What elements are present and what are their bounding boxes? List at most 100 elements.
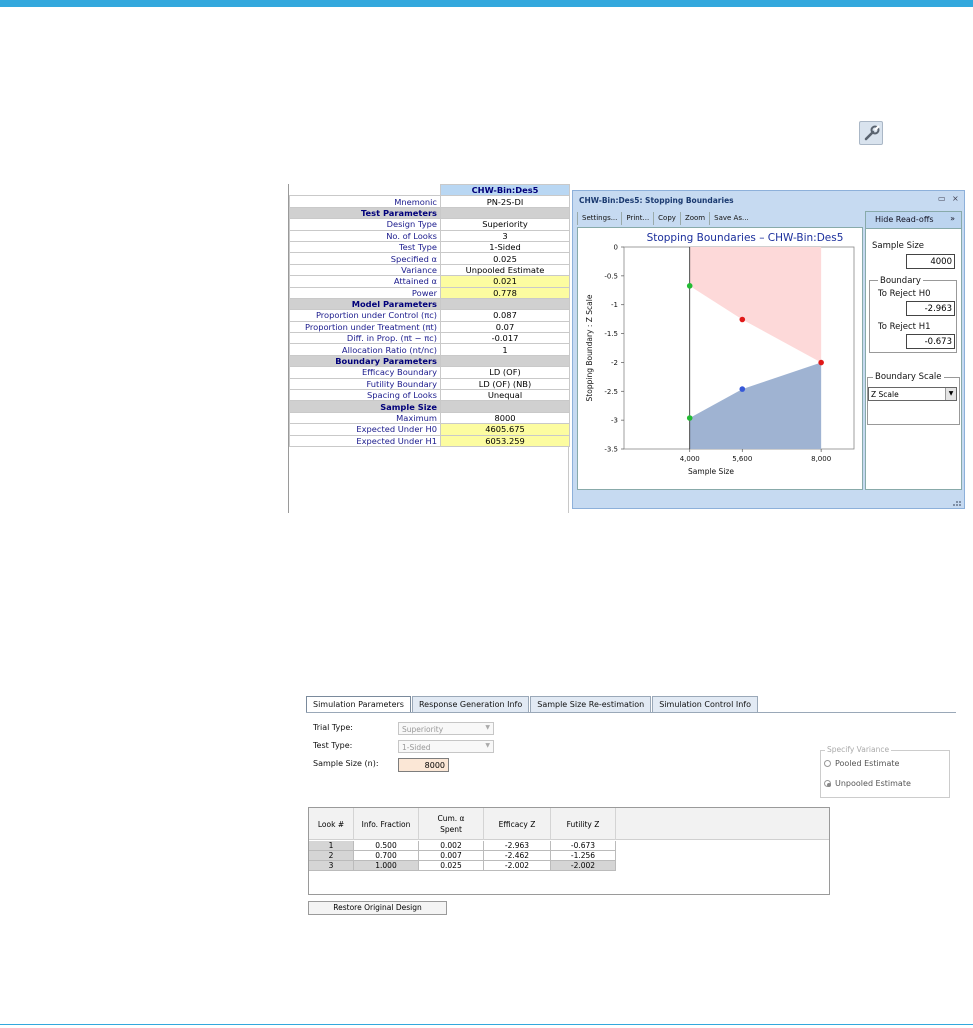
col-futility-z: Futility Z: [551, 808, 616, 840]
col-efficacy-z: Efficacy Z: [484, 808, 551, 840]
row-label: Attained α: [289, 275, 441, 288]
double-chevron-right-icon: »: [950, 214, 955, 223]
row-value: 3: [440, 229, 570, 242]
info-fraction-cell[interactable]: 0.700: [354, 851, 419, 861]
table-row: Proportion under Control (πc) 0.087: [289, 309, 570, 322]
row-value: [440, 297, 570, 311]
chart-title: Stopping Boundaries – CHW-Bin:Des5: [647, 232, 844, 244]
row-value: Superiority: [440, 218, 570, 231]
row-label: Boundary Parameters: [289, 354, 441, 368]
copy-button[interactable]: Copy: [653, 212, 680, 225]
efficacy-z-cell[interactable]: -2.462: [484, 851, 551, 861]
dropdown-arrow-icon: ▼: [945, 388, 956, 400]
info-fraction-cell[interactable]: 1.000: [354, 861, 419, 871]
sample-size-field[interactable]: 4000: [906, 254, 955, 269]
table-row: Variance Unpooled Estimate: [289, 263, 570, 277]
settings-button[interactable]: Settings...: [577, 212, 621, 225]
table-row: Mnemonic PN-2S-DI: [289, 195, 570, 208]
y-tick-label: -2: [611, 359, 618, 367]
efficacy-z-cell[interactable]: -2.002: [484, 861, 551, 871]
y-tick-label: -1: [611, 301, 618, 309]
row-value: 0.025: [440, 252, 570, 265]
row-label: Test Parameters: [289, 206, 441, 220]
close-icon[interactable]: ×: [952, 194, 959, 203]
x-tick-label: 8,000: [811, 455, 831, 463]
cum-alpha-cell[interactable]: 0.025: [419, 861, 484, 871]
chart-toolbar: Settings... Print... Copy Zoom Save As..…: [577, 212, 863, 225]
pooled-estimate-label: Pooled Estimate: [835, 759, 900, 768]
window-title: CHW-Bin:Des5: Stopping Boundaries: [579, 196, 734, 205]
y-tick-label: -1.5: [604, 330, 618, 338]
test-type-select[interactable]: 1-Sided ▼: [398, 740, 494, 753]
resize-grip-icon[interactable]: [573, 500, 964, 508]
look-cell[interactable]: 1: [309, 841, 354, 851]
efficacy-z-cell[interactable]: -2.963: [484, 841, 551, 851]
hide-readoffs-button[interactable]: Hide Read-offs »: [866, 212, 961, 229]
futility-z-cell[interactable]: -0.673: [551, 841, 616, 851]
sample-size-n-label: Sample Size (n):: [313, 759, 379, 768]
row-label: No. of Looks: [289, 229, 441, 242]
row-value: 0.07: [440, 320, 570, 334]
row-value: 1: [440, 343, 570, 356]
trial-type-label: Trial Type:: [313, 723, 353, 732]
look-cell[interactable]: 3: [309, 861, 354, 871]
col-look: Look #: [309, 808, 354, 840]
table-row: Allocation Ratio (nt/nc) 1: [289, 343, 570, 356]
tab-response-generation-info[interactable]: Response Generation Info: [411, 696, 530, 713]
tab-simulation-parameters[interactable]: Simulation Parameters: [306, 696, 411, 713]
hide-readoffs-label: Hide Read-offs: [875, 215, 934, 224]
futility-z-cell[interactable]: -2.002: [551, 861, 616, 871]
wrench-button[interactable]: [859, 121, 883, 145]
tab-simulation-control-info[interactable]: Simulation Control Info: [652, 696, 758, 713]
table-row: Maximum 8000: [289, 411, 570, 425]
unpooled-estimate-radio[interactable]: Unpooled Estimate: [824, 779, 911, 788]
chevron-down-icon: ▼: [485, 742, 490, 749]
cum-alpha-cell[interactable]: 0.002: [419, 841, 484, 851]
table-row: Power 0.778: [289, 286, 570, 299]
section-header-row: Model Parameters: [289, 297, 570, 311]
row-label: Diff. in Prop. (πt − πc): [289, 332, 441, 345]
row-label: Test Type: [289, 240, 441, 254]
futility-z-cell[interactable]: -1.256: [551, 851, 616, 861]
sample-size-n-field[interactable]: 8000: [398, 758, 449, 772]
table-row[interactable]: 1 0.500 0.002 -2.963 -0.673: [309, 841, 616, 851]
pooled-estimate-radio[interactable]: Pooled Estimate: [824, 759, 899, 768]
x-tick-label: 4,000: [680, 455, 700, 463]
sample-size-label: Sample Size: [872, 241, 925, 251]
zoom-button[interactable]: Zoom: [679, 212, 709, 225]
row-value: 0.087: [440, 309, 570, 322]
efficacy-point: [818, 359, 824, 366]
table-row: Expected Under H1 6053.259: [289, 434, 570, 448]
cum-alpha-cell[interactable]: 0.007: [419, 851, 484, 861]
save-as-button[interactable]: Save As...: [709, 212, 753, 225]
row-value: 1-Sided: [440, 240, 570, 254]
look-cell[interactable]: 2: [309, 851, 354, 861]
row-value: 0.778: [440, 286, 570, 299]
reject-h1-field[interactable]: -0.673: [906, 334, 955, 349]
futility-point: [686, 283, 693, 289]
tab-sample-size-reestimation[interactable]: Sample Size Re-estimation: [530, 696, 652, 713]
row-label: Maximum: [289, 411, 441, 425]
print-button[interactable]: Print...: [621, 212, 653, 225]
row-value: LD (OF): [440, 366, 570, 379]
efficacy-point: [686, 415, 693, 421]
design-table-title-row: CHW-Bin:Des5: [289, 183, 570, 197]
chart-area: Stopping Boundaries – CHW-Bin:Des5 0 -0.5 -…: [577, 227, 863, 490]
trial-type-select[interactable]: Superiority ▼: [398, 722, 494, 735]
y-tick-label: -0.5: [604, 272, 618, 280]
row-label: Mnemonic: [289, 195, 441, 208]
reject-h0-field[interactable]: -2.963: [906, 301, 955, 316]
table-row[interactable]: 3 1.000 0.025 -2.002 -2.002: [309, 861, 616, 871]
restore-original-design-button[interactable]: Restore Original Design: [308, 901, 447, 915]
table-row[interactable]: 2 0.700 0.007 -2.462 -1.256: [309, 851, 616, 861]
row-label: Design Type: [289, 218, 441, 231]
table-row: Expected Under H0 4605.675: [289, 423, 570, 436]
boundary-scale-select[interactable]: Z Scale ▼: [868, 387, 957, 401]
section-header-row: Boundary Parameters: [289, 354, 570, 368]
minimize-icon[interactable]: ▭: [938, 194, 946, 203]
table-row: Futility Boundary LD (OF) (NB): [289, 377, 570, 391]
tab-body: Trial Type: Superiority ▼ Test Type: 1-S…: [306, 712, 956, 915]
row-label: Proportion under Treatment (πt): [289, 320, 441, 334]
info-fraction-cell[interactable]: 0.500: [354, 841, 419, 851]
row-value: 6053.259: [440, 434, 570, 448]
